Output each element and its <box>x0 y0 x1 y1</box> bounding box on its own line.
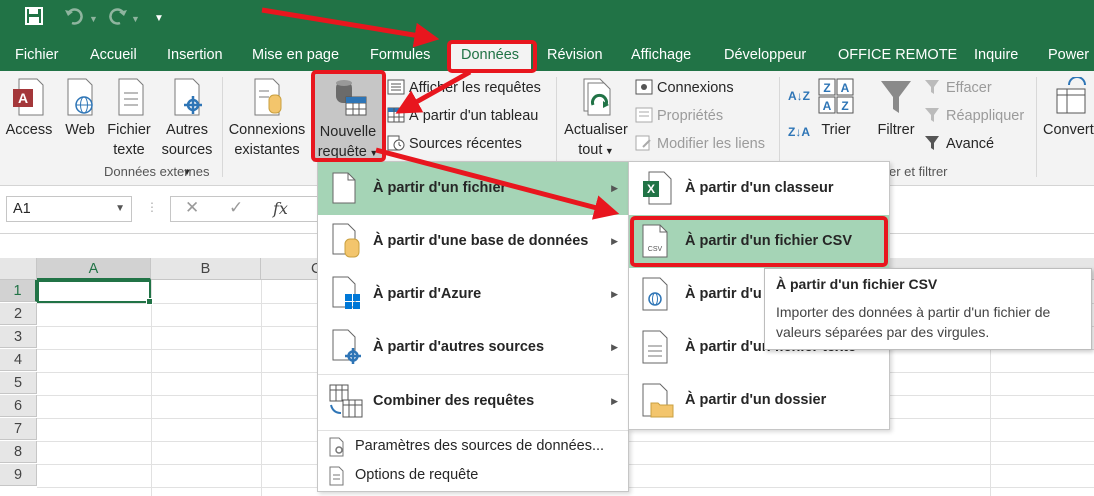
arrow-to-csv <box>375 147 620 220</box>
arrow-to-new-query <box>395 69 472 114</box>
arrow-to-donnees <box>261 7 440 48</box>
annotation-arrows <box>261 7 620 220</box>
